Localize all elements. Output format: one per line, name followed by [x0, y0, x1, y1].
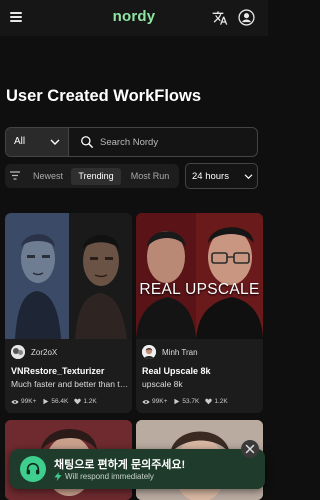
chevron-down-icon: [50, 139, 60, 145]
likes-stat: 1.2K: [205, 398, 228, 405]
workflow-stats: 99K+ 53.7K 1.2K: [142, 395, 228, 408]
views-count: 56.4K: [51, 398, 69, 405]
close-chat-button[interactable]: [241, 440, 259, 458]
chevron-down-icon: [244, 174, 253, 180]
likes-stat: 1.2K: [74, 398, 97, 405]
workflow-title: VNRestore_Texturizer: [11, 366, 105, 376]
top-bar: nordy: [0, 0, 268, 36]
likes-count: 1.2K: [83, 398, 97, 405]
headset-icon: [26, 462, 40, 475]
eye-icon: [11, 399, 19, 404]
workflow-thumbnail: REAL UPSCALE: [136, 213, 263, 339]
account-icon[interactable]: [238, 9, 255, 26]
translate-icon[interactable]: [212, 10, 228, 26]
scope-select-value: All: [14, 136, 26, 147]
heart-icon: [205, 398, 213, 405]
avatar[interactable]: [142, 345, 156, 359]
eye-icon: [142, 399, 150, 404]
filter-icon[interactable]: [10, 171, 20, 180]
workflow-card[interactable]: REAL UPSCALE Minh Tran Real Upscale 8k u…: [136, 213, 263, 413]
views-stat: 56.4K: [42, 398, 68, 405]
avatar[interactable]: [11, 345, 25, 359]
search-input[interactable]: [100, 132, 250, 152]
search-icon: [81, 136, 93, 148]
period-select[interactable]: 24 hours: [185, 163, 258, 189]
period-select-value: 24 hours: [192, 171, 229, 182]
workflow-title: Real Upscale 8k: [142, 366, 211, 376]
play-icon: [43, 398, 49, 405]
scope-select[interactable]: All: [6, 128, 69, 156]
workflow-thumbnail: [5, 213, 132, 339]
heart-icon: [74, 398, 82, 405]
workflow-stats: 99K+ 56.4K 1.2K: [11, 395, 97, 408]
chat-widget[interactable]: 채팅으로 편하게 문의주세요! Will respond immediately: [10, 449, 265, 489]
bolt-icon: [54, 472, 62, 481]
tab-trending[interactable]: Trending: [71, 168, 121, 185]
runs-count: 99K+: [21, 398, 37, 405]
views-stat: 53.7K: [173, 398, 199, 405]
play-icon: [174, 398, 180, 405]
views-count: 53.7K: [182, 398, 200, 405]
chat-subtitle-text: Will respond immediately: [65, 472, 154, 481]
search-bar: All: [5, 127, 258, 157]
sort-tabs: Newest Trending Most Run: [5, 164, 179, 188]
chat-subtitle: Will respond immediately: [54, 472, 154, 481]
thumbnail-caption: REAL UPSCALE: [139, 281, 260, 298]
workflow-description: Much faster and better than the original: [11, 379, 131, 389]
runs-count: 99K+: [152, 398, 168, 405]
author-name[interactable]: Zor2oX: [31, 348, 57, 357]
tab-newest[interactable]: Newest: [27, 168, 69, 185]
chat-badge[interactable]: [20, 456, 46, 482]
author-name[interactable]: Minh Tran: [162, 348, 198, 357]
runs-stat: 99K+: [142, 398, 167, 405]
close-icon: [245, 444, 255, 454]
workflow-description: upscale 8k: [142, 379, 183, 389]
workflow-card[interactable]: Zor2oX VNRestore_Texturizer Much faster …: [5, 213, 132, 413]
page-title: User Created WorkFlows: [6, 87, 202, 105]
likes-count: 1.2K: [214, 398, 228, 405]
runs-stat: 99K+: [11, 398, 36, 405]
chat-title: 채팅으로 편하게 문의주세요!: [54, 459, 186, 471]
tab-most-run[interactable]: Most Run: [124, 168, 176, 185]
